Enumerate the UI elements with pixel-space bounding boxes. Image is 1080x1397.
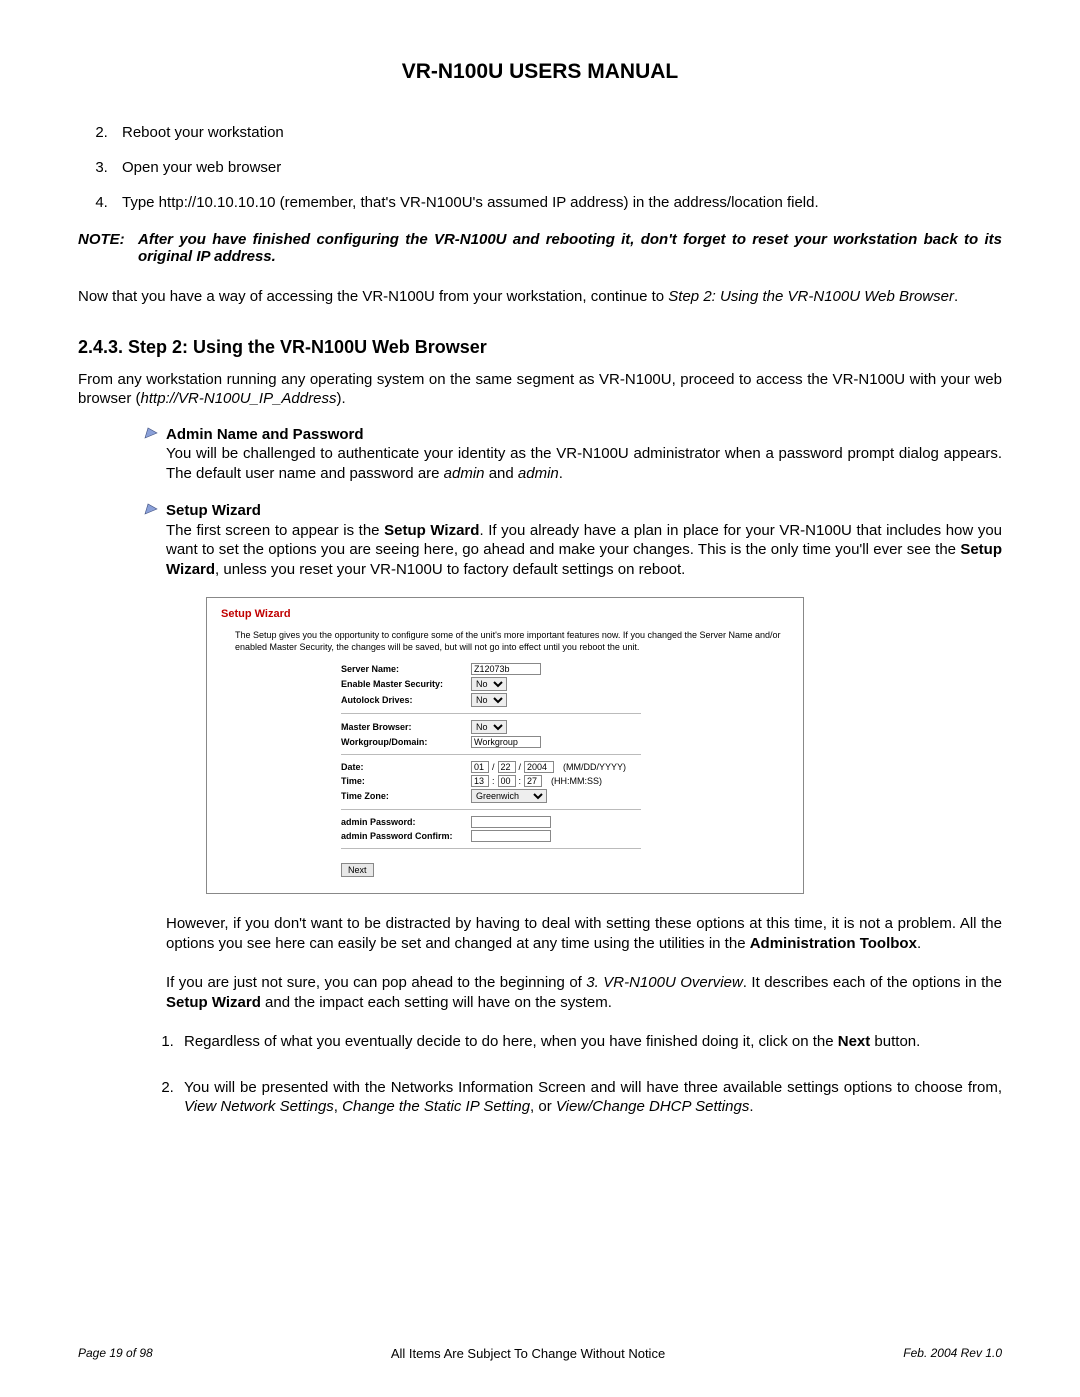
master-browser-select[interactable]: No (471, 720, 507, 734)
text-run: Change the Static IP Setting (342, 1098, 530, 1115)
text-run: Setup Wizard (384, 522, 479, 539)
footer-mid: All Items Are Subject To Change Without … (391, 1346, 665, 1361)
sep-colon: : (519, 776, 522, 786)
text-run: , unless you reset your VR-N100U to fact… (215, 561, 685, 578)
text-run: Next (838, 1033, 871, 1050)
bullet-admin-name: Admin Name and Password You will be chal… (78, 425, 1002, 484)
time-label: Time: (341, 776, 471, 786)
text-run: You will be challenged to authenticate y… (166, 445, 1002, 482)
after-wizard-para-2: If you are just not sure, you can pop ah… (166, 973, 1002, 1012)
text-run: The first screen to appear is the (166, 522, 384, 539)
text-run: 3. VR-N100U Overview (586, 974, 742, 991)
text-run: You will be presented with the Networks … (184, 1079, 1002, 1096)
bullet-body: You will be challenged to authenticate y… (166, 445, 1002, 482)
bullet-body: The first screen to appear is the Setup … (166, 522, 1002, 578)
date-mm-input[interactable] (471, 761, 489, 773)
text-run: , or (530, 1098, 556, 1115)
section-heading: 2.4.3. Step 2: Using the VR-N100U Web Br… (78, 337, 1002, 358)
admin-pw-label: admin Password: (341, 817, 471, 827)
time-ss-input[interactable] (524, 775, 542, 787)
workgroup-label: Workgroup/Domain: (341, 737, 471, 747)
bullet-icon (78, 501, 166, 520)
bullet-icon (78, 425, 166, 444)
text-run: and the impact each setting will have on… (261, 994, 612, 1011)
text-run: admin (444, 465, 485, 482)
admin-pw-input[interactable] (471, 816, 551, 828)
step2-link-text: Step 2: Using the VR-N100U Web Browser (668, 288, 954, 305)
wizard-intro: The Setup gives you the opportunity to c… (235, 630, 789, 653)
time-hh-input[interactable] (471, 775, 489, 787)
note-label: NOTE: (78, 231, 138, 265)
sep-slash: / (519, 762, 522, 772)
sep-slash: / (492, 762, 495, 772)
text-run: Administration Toolbox (750, 935, 917, 952)
footer-left: Page 19 of 98 (78, 1346, 153, 1361)
url-text: http://VR-N100U_IP_Address (141, 390, 337, 407)
text-run: View/Change DHCP Settings (556, 1098, 749, 1115)
admin-pw-confirm-input[interactable] (471, 830, 551, 842)
instruction-item: You will be presented with the Networks … (178, 1078, 1002, 1117)
workgroup-input[interactable] (471, 736, 541, 748)
time-mm-input[interactable] (498, 775, 516, 787)
text-run: button. (870, 1033, 920, 1050)
bullet-setup-wizard: Setup Wizard The first screen to appear … (78, 501, 1002, 579)
server-name-label: Server Name: (341, 664, 471, 674)
footer-right: Feb. 2004 Rev 1.0 (903, 1346, 1002, 1361)
bullet-title: Setup Wizard (166, 502, 261, 519)
instruction-item: Regardless of what you eventually decide… (178, 1032, 1002, 1052)
admin-pw-confirm-label: admin Password Confirm: (341, 831, 471, 841)
setup-wizard-screenshot: Setup Wizard The Setup gives you the opp… (206, 597, 804, 894)
page-footer: Page 19 of 98 All Items Are Subject To C… (78, 1346, 1002, 1361)
text: . (954, 288, 958, 305)
text-run: and (485, 465, 518, 482)
step-item: Open your web browser (112, 159, 1002, 176)
text-run: . It describes each of the options in th… (743, 974, 1002, 991)
autolock-label: Autolock Drives: (341, 695, 471, 705)
text: ). (336, 390, 345, 407)
after-wizard-para-1: However, if you don't want to be distrac… (166, 914, 1002, 953)
note-block: NOTE: After you have finished configurin… (78, 231, 1002, 265)
after-note-para: Now that you have a way of accessing the… (78, 287, 1002, 307)
next-button[interactable]: Next (341, 863, 374, 877)
bullet-title: Admin Name and Password (166, 426, 364, 443)
tz-label: Time Zone: (341, 791, 471, 801)
date-yyyy-input[interactable] (524, 761, 554, 773)
server-name-input[interactable] (471, 663, 541, 675)
text-run: , (334, 1098, 342, 1115)
date-hint: (MM/DD/YYYY) (563, 762, 626, 772)
text-run: . (749, 1098, 753, 1115)
text-run: admin (518, 465, 559, 482)
text-run: . (917, 935, 921, 952)
text-run: View Network Settings (184, 1098, 334, 1115)
instruction-list: Regardless of what you eventually decide… (178, 1032, 1002, 1117)
tz-select[interactable]: Greenwich (471, 789, 547, 803)
master-browser-label: Master Browser: (341, 722, 471, 732)
time-hint: (HH:MM:SS) (551, 776, 602, 786)
top-steps-list: Reboot your workstation Open your web br… (112, 124, 1002, 211)
text-run: . (559, 465, 563, 482)
enable-master-label: Enable Master Security: (341, 679, 471, 689)
doc-title: VR-N100U USERS MANUAL (78, 60, 1002, 84)
note-body: After you have finished configuring the … (138, 231, 1002, 265)
text-run: Regardless of what you eventually decide… (184, 1033, 838, 1050)
step-item: Type http://10.10.10.10 (remember, that'… (112, 194, 1002, 211)
enable-master-select[interactable]: No (471, 677, 507, 691)
text-run: If you are just not sure, you can pop ah… (166, 974, 586, 991)
section-intro: From any workstation running any operati… (78, 370, 1002, 409)
step-item: Reboot your workstation (112, 124, 1002, 141)
sep-colon: : (492, 776, 495, 786)
wizard-title: Setup Wizard (221, 608, 789, 620)
date-label: Date: (341, 762, 471, 772)
autolock-select[interactable]: No (471, 693, 507, 707)
text: Now that you have a way of accessing the… (78, 288, 668, 305)
date-dd-input[interactable] (498, 761, 516, 773)
text-run: Setup Wizard (166, 994, 261, 1011)
